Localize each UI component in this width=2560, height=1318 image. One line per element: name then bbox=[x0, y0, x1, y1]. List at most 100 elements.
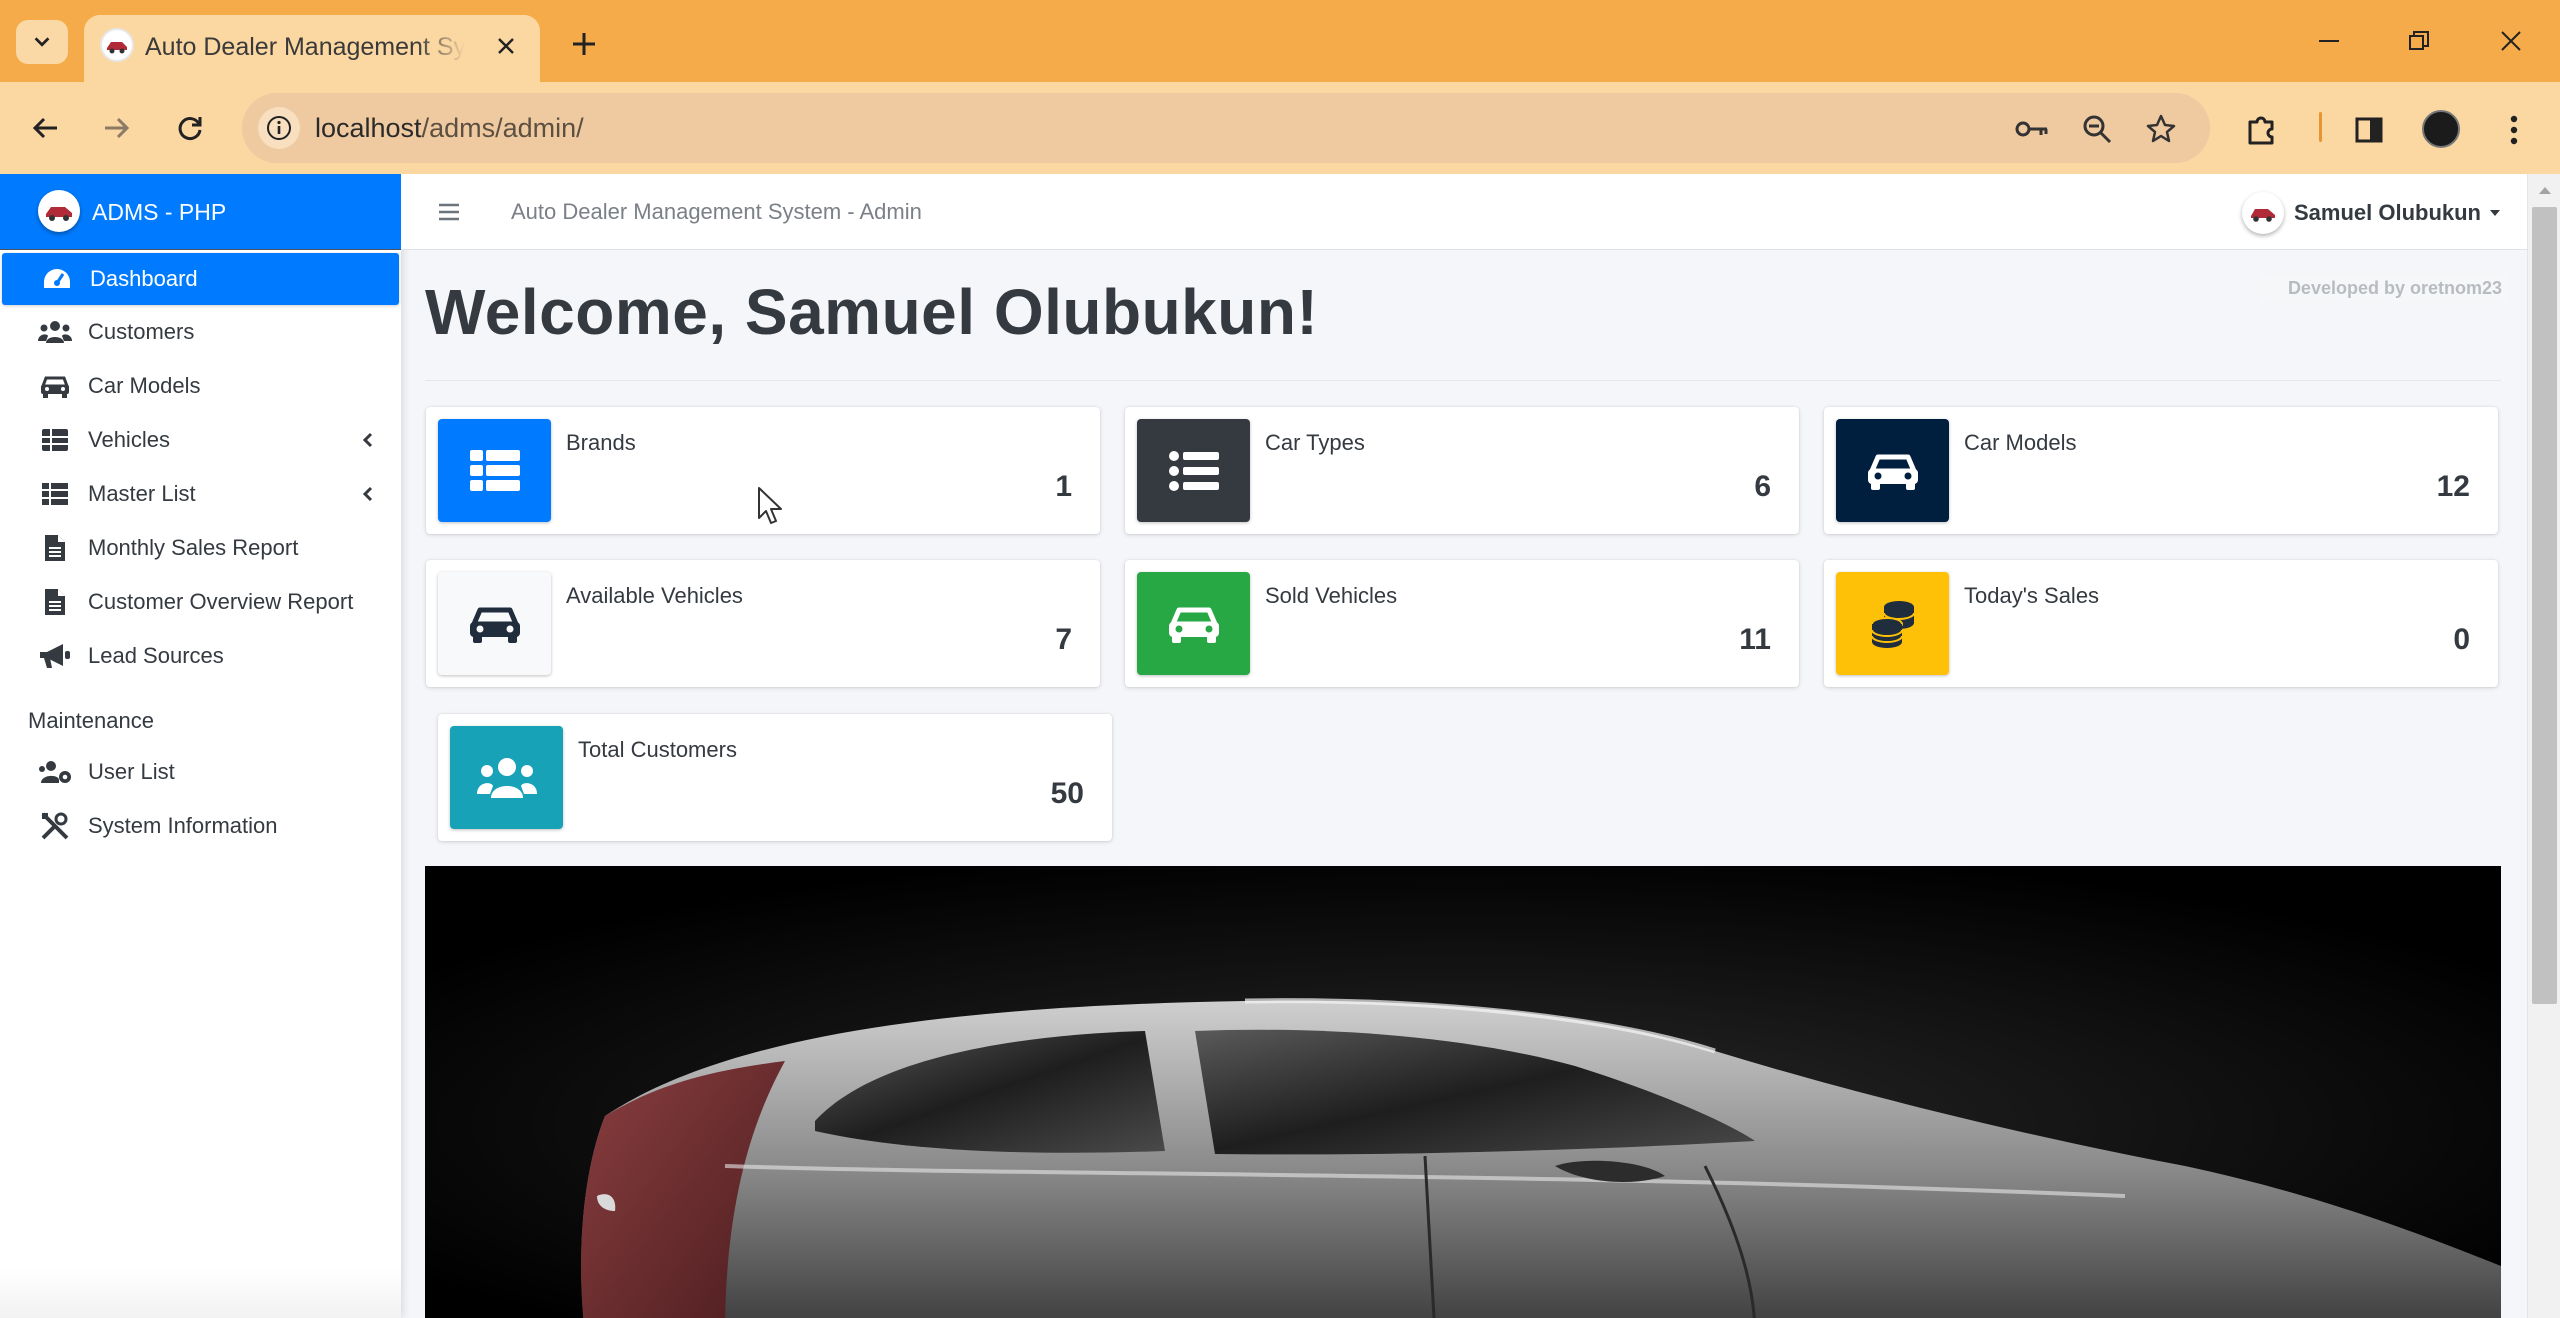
browser-tab-active[interactable]: Auto Dealer Management System - Admin bbox=[84, 15, 540, 82]
sidebar-item-system-information[interactable]: System Information bbox=[0, 800, 401, 852]
info-box-number: 0 bbox=[2453, 623, 2470, 656]
bookmark-button[interactable] bbox=[2141, 109, 2181, 149]
toolbar-separator bbox=[2319, 112, 2322, 142]
zoom-button[interactable] bbox=[2077, 109, 2117, 149]
info-box-number: 50 bbox=[1050, 777, 1084, 810]
bars-icon bbox=[439, 203, 459, 221]
minimize-button[interactable] bbox=[2304, 18, 2354, 64]
extensions-button[interactable] bbox=[2238, 106, 2286, 154]
sidebar-item-label: User List bbox=[88, 759, 175, 784]
url-path: /adms/admin/ bbox=[421, 113, 584, 143]
brand-text: ADMS - PHP bbox=[92, 199, 227, 225]
th-list-icon bbox=[438, 419, 551, 522]
sidebar-item-label: Customer Overview Report bbox=[88, 589, 354, 614]
tab-search-button[interactable] bbox=[16, 20, 68, 64]
sidebar-item-customer-overview-report[interactable]: Customer Overview Report bbox=[0, 576, 401, 628]
car-icon bbox=[1836, 419, 1949, 522]
sidebar-item-dashboard[interactable]: Dashboard bbox=[2, 253, 399, 305]
content-divider bbox=[425, 380, 2501, 381]
star-icon bbox=[2146, 114, 2176, 143]
info-box-total-customers: Total Customers 50 bbox=[438, 714, 1112, 841]
puzzle-icon bbox=[2248, 116, 2274, 145]
key-icon bbox=[2015, 121, 2048, 137]
sidebar-item-car-models[interactable]: Car Models bbox=[0, 360, 401, 412]
side-panel-button[interactable] bbox=[2345, 106, 2393, 154]
sidebar-item-label: Dashboard bbox=[90, 266, 198, 291]
page-scrollbar[interactable] bbox=[2527, 174, 2560, 1318]
plus-icon bbox=[573, 33, 595, 55]
sidebar-item-label: Master List bbox=[88, 481, 196, 506]
chevron-left-icon bbox=[359, 484, 377, 504]
brand-logo bbox=[38, 190, 80, 232]
sidebar-footer bbox=[0, 1268, 401, 1318]
sidebar-item-vehicles[interactable]: Vehicles bbox=[0, 414, 401, 466]
car-icon bbox=[1137, 572, 1250, 675]
zoom-out-icon bbox=[2083, 115, 2112, 144]
sidebar-item-lead-sources[interactable]: Lead Sources bbox=[0, 630, 401, 682]
web-page: ADMS - PHP Dashboard Customers Car Model… bbox=[0, 174, 2560, 1318]
tools-icon bbox=[38, 812, 72, 840]
top-navbar: Auto Dealer Management System - Admin Sa… bbox=[401, 174, 2527, 250]
sidebar-item-label: Vehicles bbox=[88, 427, 170, 452]
reload-button[interactable] bbox=[164, 102, 216, 154]
sidebar-item-label: Car Models bbox=[88, 373, 201, 398]
site-info-button[interactable] bbox=[258, 107, 300, 149]
url-host: localhost bbox=[315, 113, 422, 143]
forward-button[interactable] bbox=[90, 102, 142, 154]
sidebar-item-label: Customers bbox=[88, 319, 195, 344]
sidebar-item-customers[interactable]: Customers bbox=[0, 306, 401, 358]
scrollbar-thumb[interactable] bbox=[2532, 207, 2557, 1004]
info-box-label: Car Models bbox=[1964, 430, 2077, 455]
mouse-cursor-icon bbox=[758, 487, 782, 524]
browser-menu-button[interactable] bbox=[2490, 106, 2538, 154]
close-window-button[interactable] bbox=[2486, 18, 2536, 64]
info-box-number: 1 bbox=[1055, 470, 1072, 503]
info-box-car-models: Car Models 12 bbox=[1824, 407, 2498, 534]
triangle-up-icon bbox=[2538, 187, 2551, 194]
browser-toolbar: localhost/adms/admin/ bbox=[0, 82, 2560, 174]
sidebar-item-monthly-sales-report[interactable]: Monthly Sales Report bbox=[0, 522, 401, 574]
tachometer-icon bbox=[40, 265, 74, 293]
reload-icon bbox=[178, 117, 202, 140]
browser-tabstrip: Auto Dealer Management System - Admin bbox=[0, 0, 2560, 82]
scroll-up-arrow[interactable] bbox=[2528, 178, 2560, 202]
file-icon bbox=[38, 534, 72, 562]
info-box-sold-vehicles: Sold Vehicles 11 bbox=[1125, 560, 1799, 687]
coins-icon bbox=[1836, 572, 1949, 675]
sidebar-item-master-list[interactable]: Master List bbox=[0, 468, 401, 520]
tab-title: Auto Dealer Management System - Admin bbox=[145, 33, 465, 61]
car-illustration bbox=[425, 866, 2501, 1318]
user-dropdown[interactable]: Samuel Olubukun bbox=[2241, 192, 2501, 234]
info-box-number: 12 bbox=[2436, 470, 2470, 503]
new-tab-button[interactable] bbox=[562, 22, 606, 66]
arrow-left-icon bbox=[32, 117, 57, 139]
arrow-right-icon bbox=[105, 117, 130, 139]
site-favicon-icon bbox=[100, 28, 134, 62]
th-icon bbox=[38, 426, 72, 454]
back-button[interactable] bbox=[20, 102, 72, 154]
restore-button[interactable] bbox=[2394, 18, 2444, 64]
tab-close-button[interactable] bbox=[490, 30, 522, 62]
profile-avatar[interactable] bbox=[2422, 110, 2460, 148]
brand-link[interactable]: ADMS - PHP bbox=[0, 174, 401, 250]
caret-down-icon bbox=[2490, 210, 2500, 216]
side-panel-icon bbox=[2355, 117, 2383, 143]
info-box-todays-sales: Today's Sales 0 bbox=[1824, 560, 2498, 687]
sidebar-item-user-list[interactable]: User List bbox=[0, 746, 401, 798]
sidebar-item-label: Lead Sources bbox=[88, 643, 224, 668]
kebab-menu-icon bbox=[2510, 115, 2518, 145]
info-box-label: Today's Sales bbox=[1964, 583, 2100, 608]
info-box-number: 7 bbox=[1055, 623, 1072, 656]
car-icon bbox=[438, 572, 551, 675]
th-list-icon bbox=[38, 480, 72, 508]
users-icon bbox=[450, 726, 563, 829]
address-bar[interactable]: localhost/adms/admin/ bbox=[242, 93, 2210, 163]
navbar-title: Auto Dealer Management System - Admin bbox=[511, 199, 922, 224]
password-key-button[interactable] bbox=[2012, 109, 2052, 149]
info-box-label: Brands bbox=[566, 430, 636, 455]
chevron-left-icon bbox=[359, 430, 377, 450]
sidebar-toggle-button[interactable] bbox=[435, 198, 463, 226]
info-box-available-vehicles: Available Vehicles 7 bbox=[426, 560, 1100, 687]
info-box-label: Total Customers bbox=[578, 737, 737, 762]
list-icon bbox=[1137, 419, 1250, 522]
